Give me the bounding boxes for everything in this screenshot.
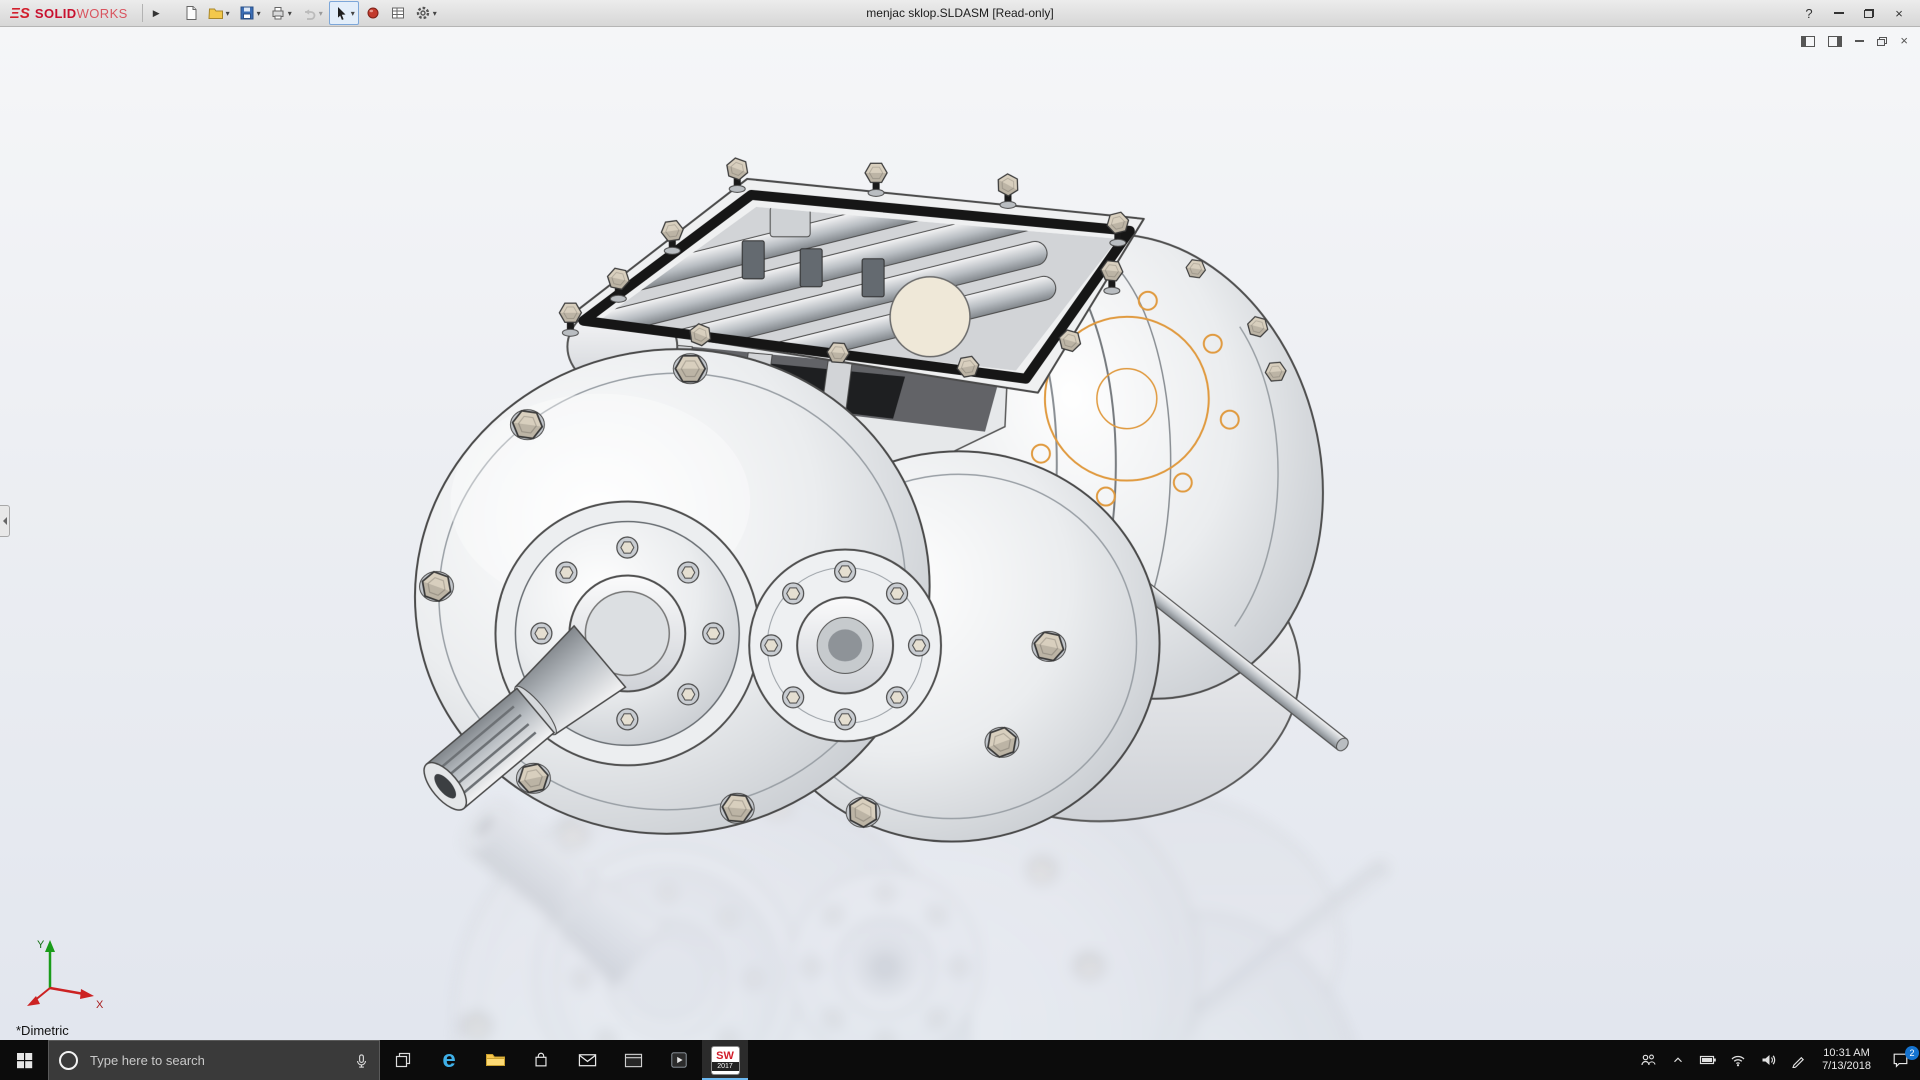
save-button[interactable]: ▾ — [236, 2, 264, 24]
wifi-icon — [1731, 1055, 1745, 1067]
save-dropdown-arrow[interactable]: ▾ — [257, 9, 261, 18]
people-button[interactable] — [1633, 1040, 1663, 1080]
taskbar-search[interactable] — [48, 1040, 380, 1080]
window-controls: ? × — [1794, 0, 1914, 26]
solidworks-logo: ΞS SOLID WORKS — [0, 5, 138, 22]
open-button[interactable]: ▾ — [205, 2, 233, 24]
mail-button[interactable] — [564, 1040, 610, 1080]
store-button[interactable] — [518, 1040, 564, 1080]
windows-taskbar: e — [0, 1040, 1920, 1080]
brand-text-light: WORKS — [76, 5, 128, 21]
cortana-icon — [59, 1051, 78, 1070]
search-input[interactable] — [88, 1052, 344, 1069]
divider — [141, 4, 143, 22]
file-explorer-button[interactable] — [472, 1040, 518, 1080]
clock[interactable]: 10:31 AM 7/13/2018 — [1813, 1040, 1880, 1080]
action-center-button[interactable]: 2 — [1880, 1040, 1920, 1080]
restore-icon — [1864, 8, 1874, 18]
console-window-icon — [624, 1053, 642, 1067]
options-gear-icon — [416, 6, 429, 20]
triad-y-label: Y — [37, 939, 45, 951]
console-window-button[interactable] — [610, 1040, 656, 1080]
gearbox-assembly[interactable] — [376, 156, 1370, 874]
pen-button[interactable] — [1783, 1040, 1813, 1080]
view-orientation-label: *Dimetric — [16, 1023, 69, 1038]
doc-minimize-button[interactable] — [1855, 35, 1865, 47]
show-hidden-icons-button[interactable] — [1663, 1040, 1693, 1080]
notification-badge: 2 — [1905, 1046, 1919, 1060]
open-folder-icon — [208, 8, 223, 19]
speaker-icon — [1762, 1055, 1775, 1065]
ds-logo-icon: ΞS — [10, 4, 30, 22]
minimize-button[interactable] — [1824, 0, 1854, 26]
select-tool-button[interactable]: ▾ — [328, 1, 359, 25]
network-button[interactable] — [1723, 1040, 1753, 1080]
menu-flyout-arrow[interactable]: ▶ — [147, 8, 166, 19]
red-sphere-icon — [367, 7, 379, 19]
quick-access-toolbar: ▾ ▾ ▾ ▾ ▾ ▾ — [180, 1, 440, 25]
options-dropdown-arrow[interactable]: ▾ — [433, 9, 437, 18]
edge-button[interactable]: e — [426, 1040, 472, 1080]
task-view-button[interactable] — [380, 1040, 426, 1080]
microphone-icon[interactable] — [354, 1053, 369, 1069]
pen-icon — [1791, 1056, 1804, 1068]
windows-logo-icon — [16, 1052, 32, 1068]
volume-button[interactable] — [1753, 1040, 1783, 1080]
options-button[interactable]: ▾ — [412, 2, 440, 24]
select-arrow-icon — [337, 7, 346, 20]
appearance-button[interactable] — [362, 2, 384, 24]
print-dropdown-arrow[interactable]: ▾ — [288, 9, 292, 18]
solidworks-app-icon: SW 2017 — [710, 1045, 740, 1075]
people-icon — [1641, 1054, 1656, 1066]
feature-tree-collapse-tab[interactable] — [0, 505, 10, 537]
collapse-arrow-icon — [2, 517, 7, 525]
start-button[interactable] — [0, 1040, 48, 1080]
select-dropdown-arrow[interactable]: ▾ — [351, 9, 355, 18]
doc-close-button[interactable]: × — [1900, 34, 1908, 47]
pane-right-icon[interactable] — [1828, 35, 1843, 47]
triad-x-label: X — [96, 999, 104, 1011]
doc-restore-button[interactable] — [1877, 35, 1888, 47]
task-view-icon — [395, 1052, 411, 1068]
undo-icon — [304, 9, 316, 20]
system-tray: 10:31 AM 7/13/2018 2 — [1633, 1040, 1920, 1080]
clock-date: 7/13/2018 — [1822, 1060, 1871, 1072]
edge-icon: e — [442, 1046, 456, 1073]
document-window-controls: × — [1801, 34, 1908, 47]
screen: ΞS SOLID WORKS ▶ ▾ ▾ ▾ ▾ ▾ ▾ menjac sklo… — [0, 0, 1920, 1080]
graphics-viewport[interactable]: × Y X *Dimetric — [0, 27, 1920, 1040]
restore-button[interactable] — [1854, 0, 1884, 26]
new-document-button[interactable] — [180, 2, 202, 24]
media-player-button[interactable] — [656, 1040, 702, 1080]
titlebar: ΞS SOLID WORKS ▶ ▾ ▾ ▾ ▾ ▾ ▾ menjac sklo… — [0, 0, 1920, 27]
store-icon — [535, 1052, 547, 1067]
spreadsheet-icon — [391, 7, 404, 19]
model-canvas[interactable] — [0, 27, 1920, 1040]
orientation-triad: Y X — [27, 939, 104, 1011]
brand-text-bold: SOLID — [34, 5, 77, 21]
undo-button[interactable]: ▾ — [298, 2, 326, 24]
new-document-icon — [186, 6, 197, 20]
media-player-icon — [671, 1052, 687, 1068]
battery-icon — [1699, 1055, 1716, 1065]
file-explorer-icon — [485, 1054, 505, 1066]
open-dropdown-arrow[interactable]: ▾ — [226, 9, 230, 18]
close-button[interactable]: × — [1884, 0, 1914, 26]
solidworks-taskbar-button[interactable]: SW 2017 — [702, 1040, 748, 1080]
undo-dropdown-arrow[interactable]: ▾ — [319, 9, 323, 18]
properties-button[interactable] — [387, 2, 409, 24]
battery-button[interactable] — [1693, 1040, 1723, 1080]
help-button[interactable]: ? — [1794, 0, 1824, 26]
save-icon — [240, 6, 254, 20]
chevron-up-icon — [1674, 1057, 1682, 1063]
minimize-icon — [1834, 12, 1844, 14]
pane-left-icon[interactable] — [1801, 35, 1816, 47]
print-icon — [272, 7, 284, 20]
print-button[interactable]: ▾ — [267, 2, 295, 24]
mail-icon — [578, 1054, 596, 1067]
clock-time: 10:31 AM — [1823, 1047, 1870, 1059]
